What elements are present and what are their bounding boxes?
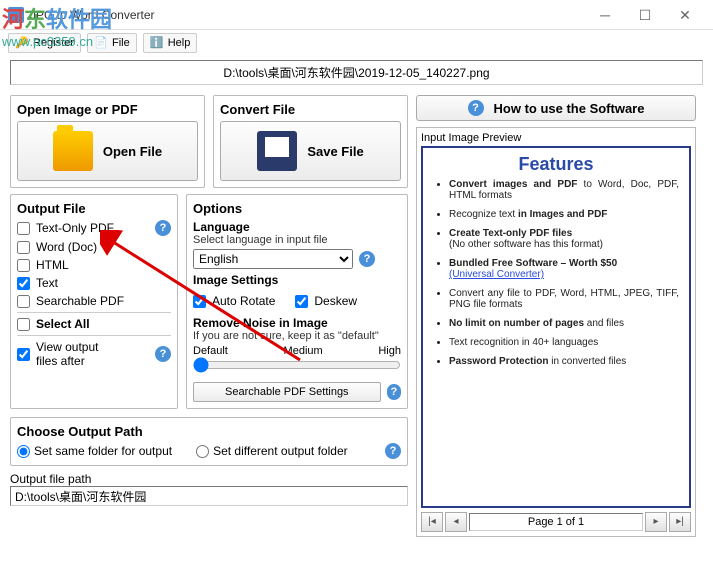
page-indicator: Page 1 of 1 — [469, 513, 643, 531]
page-last-button[interactable]: ▸| — [669, 512, 691, 532]
open-file-button[interactable]: Open File — [17, 121, 198, 181]
help-icon[interactable]: ? — [155, 346, 171, 362]
page-next-button[interactable]: ▸ — [645, 512, 667, 532]
path-bar: D:\tools\桌面\河东软件园\2019-12-05_140227.png — [10, 60, 703, 85]
checkbox-text[interactable]: Text — [17, 276, 171, 290]
maximize-button[interactable]: ☐ — [625, 1, 665, 29]
checkbox-select-all[interactable]: Select All — [17, 317, 171, 331]
noise-label: Remove Noise in Image — [193, 316, 401, 330]
output-path-input[interactable] — [10, 486, 408, 506]
image-settings-label: Image Settings — [193, 273, 401, 287]
page-prev-button[interactable]: ◂ — [445, 512, 467, 532]
folder-open-icon — [53, 131, 93, 171]
radio-different-folder[interactable]: Set different output folder — [196, 444, 348, 458]
universal-converter-link[interactable]: (Universal Converter) — [449, 269, 544, 280]
preview-content: Features Convert images and PDF to Word,… — [421, 146, 691, 508]
menu-file[interactable]: 📄File — [87, 33, 137, 53]
info-icon: ℹ️ — [150, 36, 164, 50]
checkbox-text-only-pdf[interactable]: Text-Only PDF? — [17, 220, 171, 236]
page-first-button[interactable]: |◂ — [421, 512, 443, 532]
noise-slider[interactable] — [193, 357, 401, 373]
file-icon: 📄 — [94, 36, 108, 50]
save-icon — [257, 131, 297, 171]
open-group-title: Open Image or PDF — [17, 102, 198, 117]
preview-panel: Input Image Preview Features Convert ima… — [416, 127, 696, 537]
checkbox-word[interactable]: Word (Doc) — [17, 240, 171, 254]
current-file-path: D:\tools\桌面\河东软件园\2019-12-05_140227.png — [10, 60, 703, 85]
searchable-pdf-settings-button[interactable]: Searchable PDF Settings — [193, 382, 381, 402]
checkbox-deskew[interactable]: Deskew — [295, 294, 357, 308]
checkbox-searchable-pdf[interactable]: Searchable PDF — [17, 294, 171, 308]
preview-label: Input Image Preview — [421, 132, 691, 144]
key-icon: 🔑 — [15, 36, 29, 50]
window-title: JPG to Word Converter — [30, 8, 585, 22]
checkbox-view-output[interactable]: View output files after? — [17, 340, 171, 368]
menu-register[interactable]: 🔑Register — [8, 33, 81, 53]
app-icon — [8, 7, 24, 23]
menu-help[interactable]: ℹ️Help — [143, 33, 198, 53]
output-file-title: Output File — [17, 201, 171, 216]
language-select[interactable]: English — [193, 249, 353, 269]
titlebar: JPG to Word Converter ─ ☐ ✕ — [0, 0, 713, 30]
choose-output-title: Choose Output Path — [17, 424, 401, 439]
help-icon[interactable]: ? — [385, 443, 401, 459]
output-path-label: Output file path — [10, 472, 408, 486]
minimize-button[interactable]: ─ — [585, 1, 625, 29]
how-to-use-button[interactable]: ? How to use the Software — [416, 95, 696, 121]
help-icon[interactable]: ? — [155, 220, 171, 236]
help-icon[interactable]: ? — [387, 384, 401, 400]
checkbox-auto-rotate[interactable]: Auto Rotate — [193, 294, 275, 308]
radio-same-folder[interactable]: Set same folder for output — [17, 444, 172, 458]
language-label: Language — [193, 220, 401, 234]
menubar: 🔑Register 📄File ℹ️Help — [0, 30, 713, 56]
help-icon[interactable]: ? — [359, 251, 375, 267]
checkbox-html[interactable]: HTML — [17, 258, 171, 272]
close-button[interactable]: ✕ — [665, 1, 705, 29]
save-file-button[interactable]: Save File — [220, 121, 401, 181]
help-icon: ? — [468, 100, 484, 116]
options-title: Options — [193, 201, 401, 216]
convert-group-title: Convert File — [220, 102, 401, 117]
